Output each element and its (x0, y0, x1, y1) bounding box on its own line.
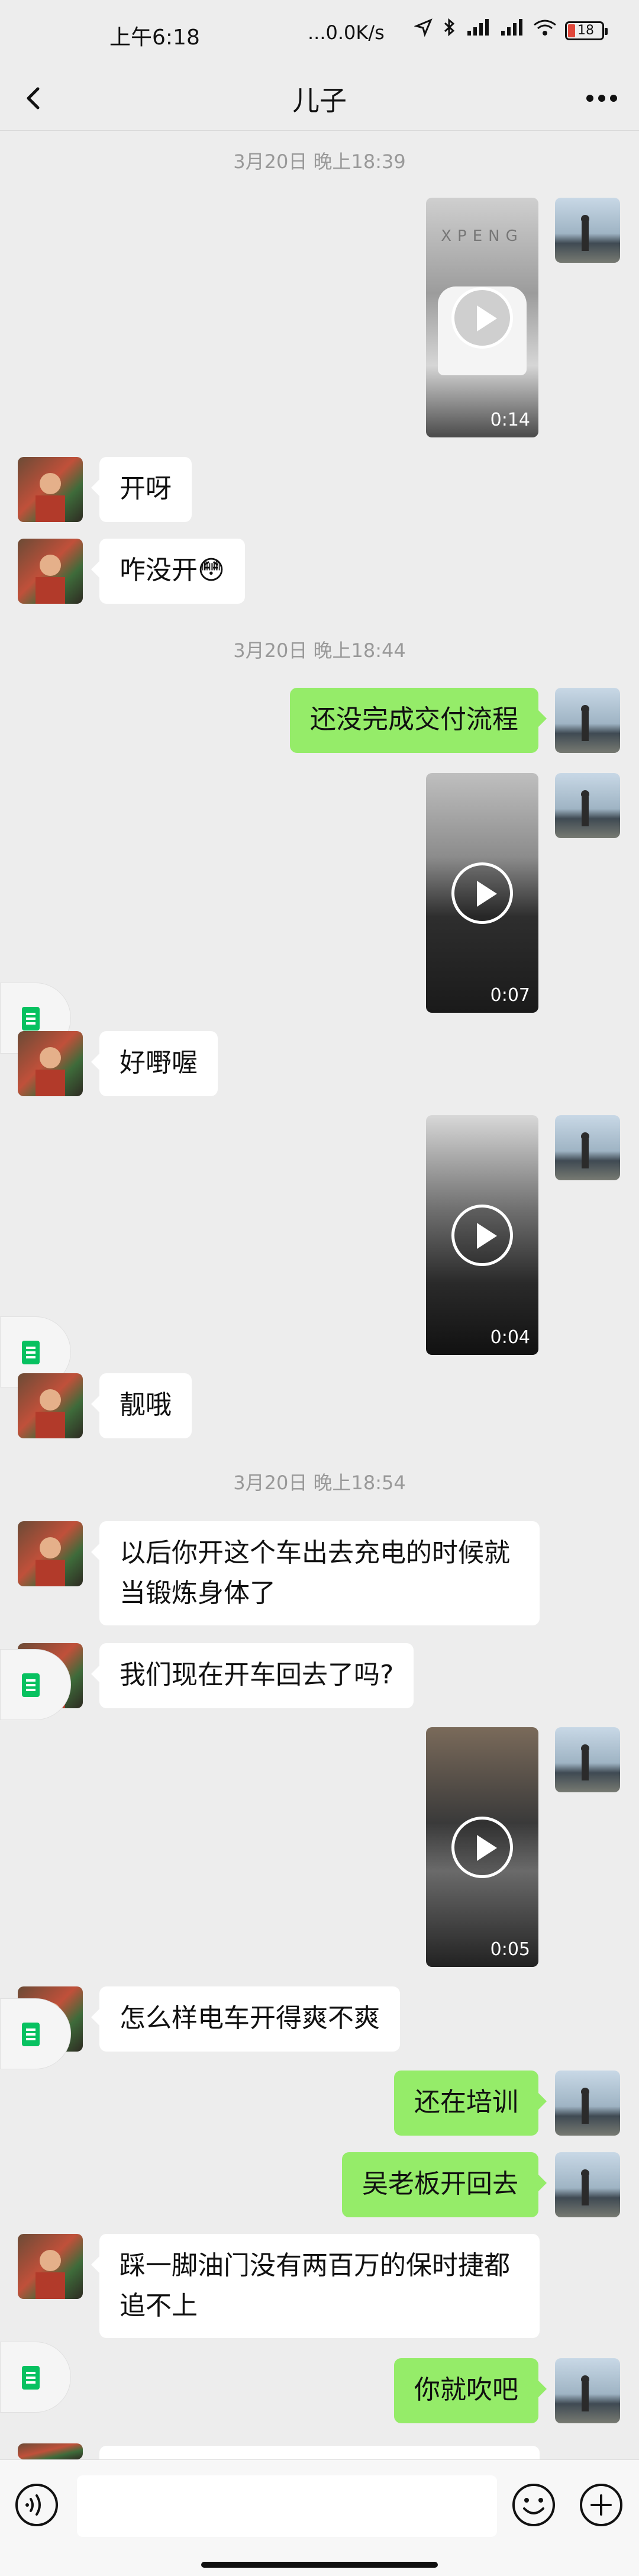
video-message[interactable]: 0:04 (426, 1115, 538, 1355)
wifi-icon (533, 20, 556, 36)
play-icon[interactable] (451, 1204, 513, 1266)
signal-icon-2 (501, 19, 522, 36)
chat-title: 儿子 (292, 85, 347, 117)
avatar[interactable] (555, 1727, 620, 1792)
more-dots-icon[interactable] (581, 80, 622, 116)
status-time: 上午6:18 (109, 25, 200, 50)
network-speed: ...0.0K/s (308, 21, 385, 44)
avatar[interactable] (555, 2071, 620, 2136)
video-overlay-text: XPENG (441, 227, 524, 245)
avatar[interactable] (18, 2234, 83, 2299)
message-bubble[interactable]: 以后你开这个车出去充电的时候就当锻炼身体了 (91, 1521, 540, 1625)
status-icons (414, 18, 557, 41)
avatar[interactable] (555, 2358, 620, 2423)
video-duration: 0:07 (490, 985, 530, 1006)
side-note-tab[interactable] (0, 1998, 71, 2069)
note-icon (22, 1341, 40, 1364)
message-bubble[interactable]: 开呀 (91, 457, 192, 522)
bluetooth-icon (444, 18, 455, 37)
message-input[interactable] (77, 2475, 497, 2537)
message-bubble[interactable]: 还没完成交付流程 (290, 688, 547, 753)
note-icon (22, 2023, 40, 2046)
chat-timestamp: 3月20日 晚上18:54 (233, 1471, 406, 1494)
avatar[interactable] (555, 198, 620, 263)
message-bubble[interactable]: 咋没开😳 (91, 539, 245, 604)
battery-icon: 18 (565, 21, 608, 40)
chat-timestamp: 3月20日 晚上18:44 (233, 639, 406, 662)
status-bar: 上午6:18 ...0.0K/s 18 (0, 0, 639, 65)
avatar[interactable] (555, 688, 620, 753)
battery-level: 18 (577, 23, 594, 38)
message-bubble[interactable]: 怎么样电车开得爽不爽 (91, 1986, 400, 2052)
emoji-icon[interactable] (510, 2481, 557, 2529)
note-icon (22, 2366, 40, 2390)
video-duration: 0:04 (490, 1327, 530, 1348)
note-icon (22, 1673, 40, 1697)
avatar[interactable] (555, 2152, 620, 2217)
message-bubble[interactable]: 我们现在开车回去了吗? (91, 1643, 414, 1708)
note-icon (22, 1007, 40, 1031)
video-message[interactable]: XPENG 0:14 (426, 198, 538, 437)
video-message[interactable]: 0:05 (426, 1727, 538, 1967)
message-bubble[interactable]: 你就吹吧 (394, 2358, 547, 2423)
input-bar (0, 2459, 639, 2576)
signal-icon (467, 19, 489, 36)
chat-timestamp: 3月20日 晚上18:39 (233, 150, 406, 173)
avatar[interactable] (18, 457, 83, 522)
avatar[interactable] (18, 1373, 83, 1438)
message-bubble[interactable]: 好嘢喔 (91, 1031, 218, 1096)
message-bubble[interactable]: 还在培训 (394, 2071, 547, 2136)
video-duration: 0:05 (490, 1939, 530, 1960)
side-note-tab[interactable] (0, 1649, 71, 1720)
side-note-tab[interactable] (0, 2342, 71, 2413)
message-bubble[interactable]: 踩一脚油门没有两百万的保时捷都追不上 (91, 2234, 540, 2338)
play-icon[interactable] (451, 1816, 513, 1878)
avatar[interactable] (555, 1115, 620, 1180)
message-bubble-partial[interactable] (99, 2446, 540, 2459)
avatar[interactable] (18, 2443, 83, 2459)
voice-icon[interactable] (13, 2481, 60, 2529)
location-icon (414, 18, 433, 37)
message-bubble[interactable]: 靓哦 (91, 1373, 192, 1438)
message-bubble[interactable]: 吴老板开回去 (342, 2152, 547, 2217)
avatar[interactable] (555, 773, 620, 838)
play-icon[interactable] (451, 862, 513, 924)
plus-icon[interactable] (577, 2481, 625, 2529)
play-icon[interactable] (451, 286, 513, 349)
home-indicator (201, 2562, 438, 2568)
video-message[interactable]: 0:07 (426, 773, 538, 1013)
avatar[interactable] (18, 1521, 83, 1586)
avatar[interactable] (18, 1031, 83, 1096)
video-duration: 0:14 (490, 410, 530, 430)
avatar[interactable] (18, 539, 83, 604)
chat-header: 儿子 (0, 65, 639, 131)
